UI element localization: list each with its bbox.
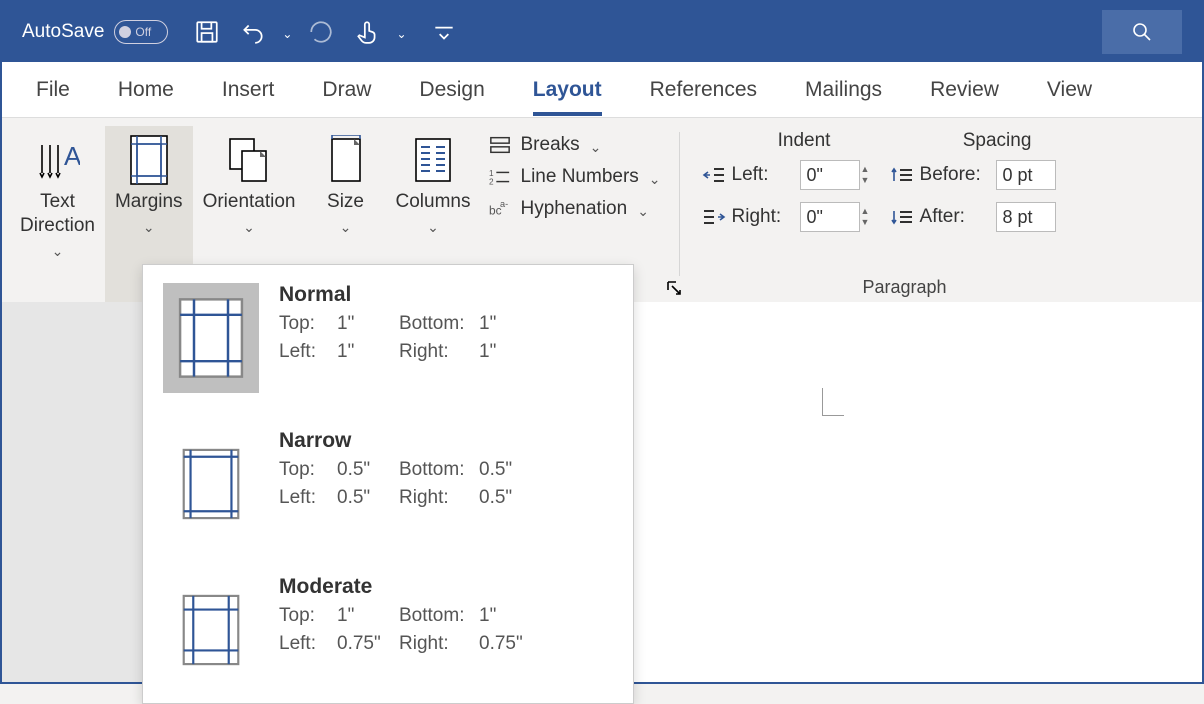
touch-mode-button[interactable]	[350, 15, 384, 49]
line-numbers-icon: 12	[489, 167, 511, 187]
redo-icon	[308, 19, 334, 45]
spacing-heading: Spacing	[963, 130, 1032, 152]
toggle-off-label: Off	[135, 25, 151, 39]
save-button[interactable]	[190, 15, 224, 49]
breaks-button[interactable]: Breaks ⌄	[489, 134, 661, 156]
svg-text:2: 2	[489, 177, 494, 186]
hyphenation-icon: bca-	[489, 199, 511, 219]
preset-name: Narrow	[279, 429, 613, 453]
line-numbers-button[interactable]: 12 Line Numbers ⌄	[489, 166, 661, 188]
margins-label: Margins	[115, 190, 183, 214]
tab-home[interactable]: Home	[94, 62, 198, 117]
tab-mailings[interactable]: Mailings	[781, 62, 906, 117]
indent-left-icon	[702, 165, 726, 185]
spacing-after-label: After:	[920, 206, 990, 228]
spacing-after-icon	[890, 207, 914, 227]
margins-option-narrow[interactable]: Narrow Top:0.5" Bottom:0.5" Left:0.5" Ri…	[143, 411, 633, 557]
spacing-before-label: Before:	[920, 164, 990, 186]
columns-label: Columns	[396, 190, 471, 214]
tab-references[interactable]: References	[626, 62, 781, 117]
columns-icon	[412, 135, 454, 185]
autosave-label: AutoSave	[22, 21, 104, 43]
active-tab-underline	[533, 112, 602, 116]
svg-text:A: A	[64, 141, 80, 171]
page-corner-mark	[822, 388, 844, 416]
chevron-down-icon: ⌄	[143, 220, 155, 234]
page-setup-dialog-launcher[interactable]	[666, 280, 682, 296]
touch-icon	[354, 19, 380, 45]
search-button[interactable]	[1102, 10, 1182, 54]
indent-left-input[interactable]: 0"▲▼	[800, 160, 860, 190]
spacing-after-input[interactable]: 8 pt	[996, 202, 1056, 232]
customize-icon	[431, 19, 457, 45]
undo-dropdown-caret[interactable]: ⌄	[282, 28, 292, 40]
toggle-switch[interactable]: Off	[114, 20, 168, 44]
spacing-before-icon	[890, 165, 914, 185]
hyphenation-button[interactable]: bca- Hyphenation ⌄	[489, 198, 661, 220]
chevron-down-icon: ⌄	[637, 204, 649, 218]
toggle-dot-icon	[119, 26, 131, 38]
text-direction-button[interactable]: A Text Direction ⌄	[10, 126, 105, 302]
customize-qat-button[interactable]	[427, 15, 461, 49]
touch-dropdown-caret[interactable]: ⌄	[396, 28, 406, 40]
tab-insert[interactable]: Insert	[198, 62, 299, 117]
orientation-icon	[226, 135, 272, 185]
title-bar: AutoSave Off ⌄ ⌄	[2, 2, 1202, 62]
chevron-down-icon: ⌄	[340, 220, 352, 234]
indent-heading: Indent	[778, 130, 831, 152]
margins-option-normal[interactable]: Normal Top:1" Bottom:1" Left:1" Right:1"	[143, 265, 633, 411]
orientation-label: Orientation	[203, 190, 296, 214]
spinner-arrows[interactable]: ▲▼	[861, 161, 877, 189]
preset-name: Normal	[279, 283, 613, 307]
size-label: Size	[327, 190, 364, 214]
size-icon	[326, 135, 366, 185]
margins-dropdown: Normal Top:1" Bottom:1" Left:1" Right:1"…	[142, 264, 634, 704]
tab-review[interactable]: Review	[906, 62, 1023, 117]
margin-preset-icon	[177, 296, 245, 380]
text-direction-label: Text Direction	[20, 190, 95, 238]
indent-right-icon	[702, 207, 726, 227]
chevron-down-icon: ⌄	[649, 172, 661, 186]
chevron-down-icon: ⌄	[590, 140, 602, 154]
chevron-down-icon: ⌄	[52, 244, 64, 258]
spacing-before-input[interactable]: 0 pt	[996, 160, 1056, 190]
search-icon	[1130, 20, 1154, 44]
indent-right-label: Right:	[732, 206, 794, 228]
margin-preset-icon	[181, 591, 241, 669]
document-page[interactable]	[632, 302, 1202, 682]
spinner-arrows[interactable]: ▲▼	[861, 203, 877, 231]
chevron-down-icon: ⌄	[243, 220, 255, 234]
ribbon-tabs: File Home Insert Draw Design Layout Refe…	[2, 62, 1202, 118]
text-direction-icon: A	[34, 137, 80, 183]
margin-preset-icon	[181, 445, 241, 523]
tab-design[interactable]: Design	[395, 62, 508, 117]
tab-layout[interactable]: Layout	[509, 62, 626, 117]
indent-right-input[interactable]: 0"▲▼	[800, 202, 860, 232]
tab-file[interactable]: File	[12, 62, 94, 117]
indent-left-label: Left:	[732, 164, 794, 186]
autosave-toggle[interactable]: AutoSave Off	[22, 20, 168, 44]
chevron-down-icon: ⌄	[427, 220, 439, 234]
paragraph-group-label: Paragraph	[690, 277, 1120, 298]
margins-option-moderate[interactable]: Moderate Top:1" Bottom:1" Left:0.75" Rig…	[143, 557, 633, 703]
group-separator	[679, 132, 680, 276]
preset-name: Moderate	[279, 575, 613, 599]
save-icon	[194, 19, 220, 45]
undo-icon	[240, 19, 266, 45]
svg-text:a-: a-	[500, 199, 508, 209]
tab-draw[interactable]: Draw	[298, 62, 395, 117]
undo-button[interactable]	[236, 15, 270, 49]
breaks-icon	[489, 135, 511, 155]
redo-button[interactable]	[304, 15, 338, 49]
margins-icon	[127, 134, 171, 186]
tab-view[interactable]: View	[1023, 62, 1116, 117]
paragraph-group: Indent Spacing Left: 0"▲▼ Right: 0"▲▼	[690, 126, 1120, 302]
